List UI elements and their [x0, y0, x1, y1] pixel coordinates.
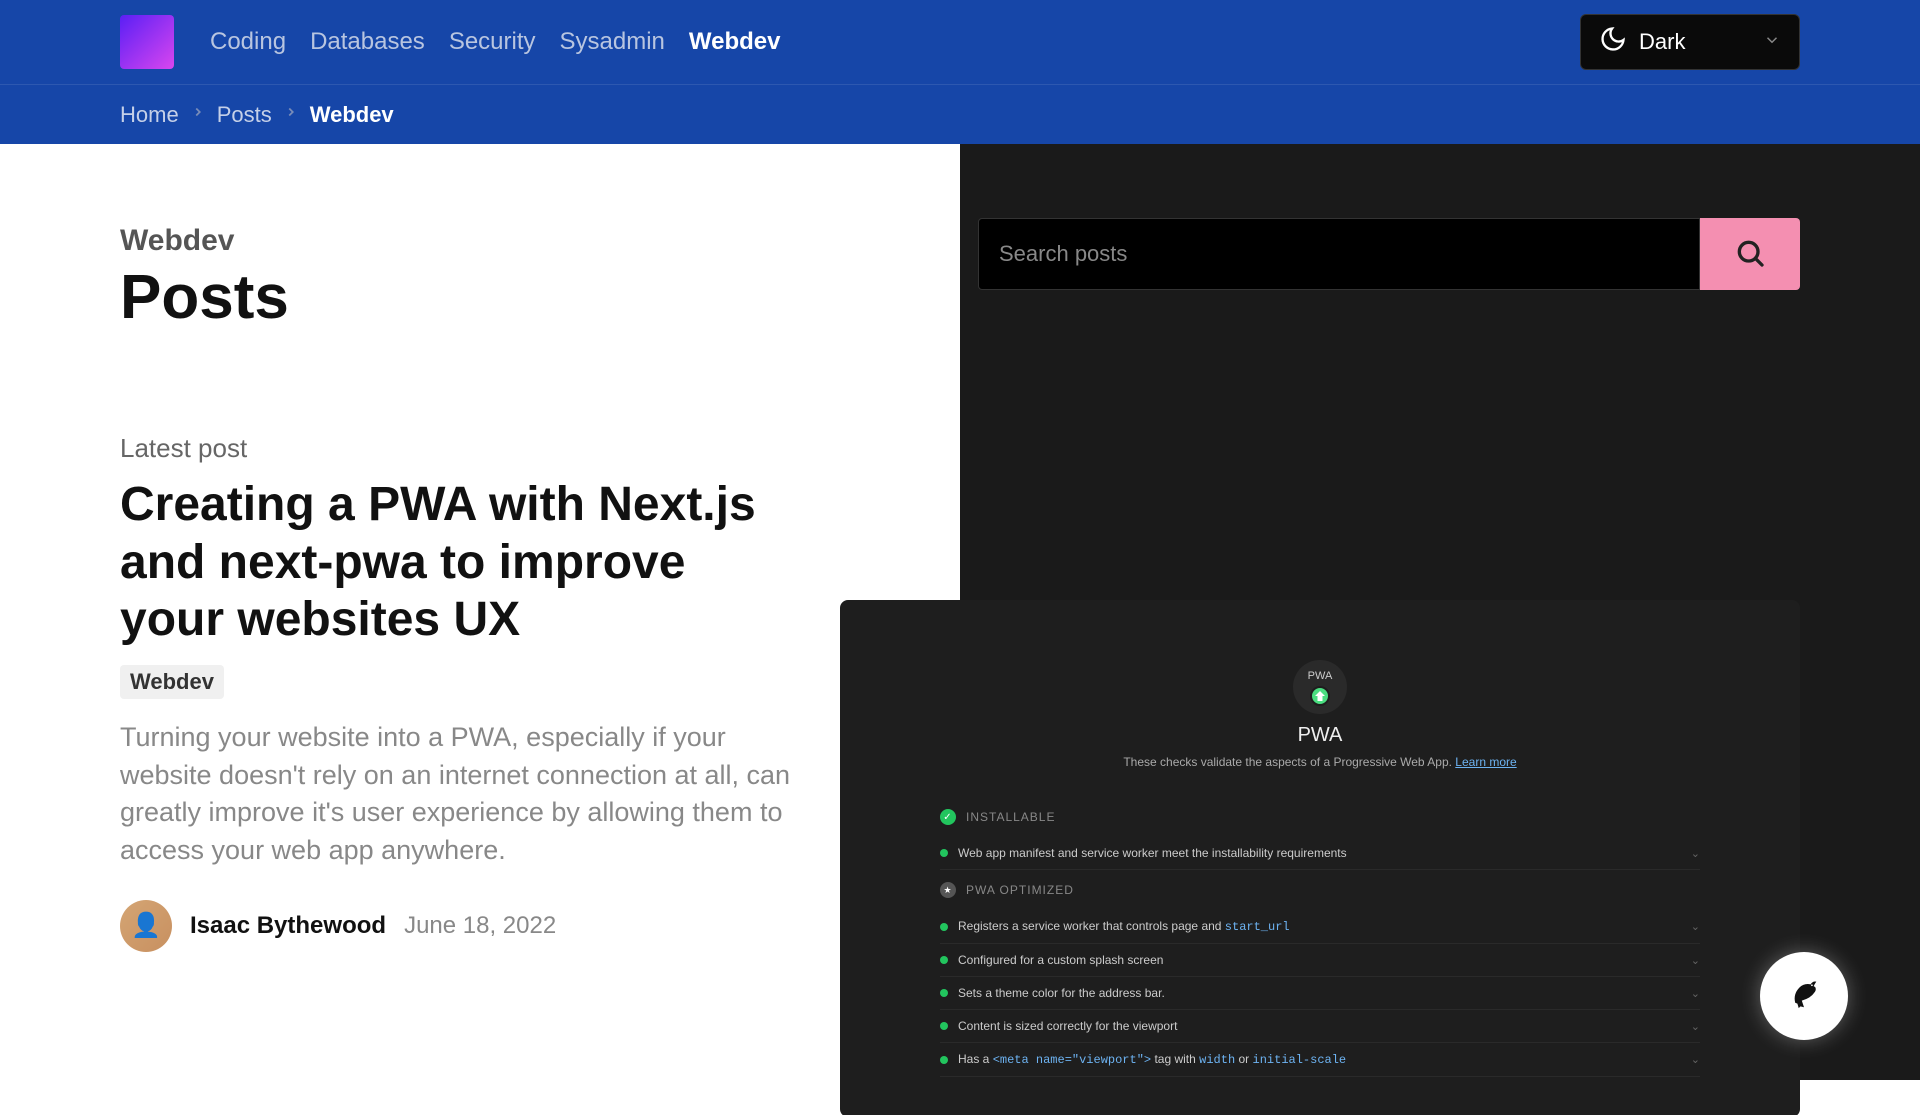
author-name[interactable]: Isaac Bythewood	[190, 912, 386, 940]
moon-icon	[1599, 25, 1627, 59]
nav: Coding Databases Security Sysadmin Webdev	[210, 28, 1580, 56]
audit-row: Web app manifest and service worker meet…	[940, 837, 1700, 870]
breadcrumb-posts[interactable]: Posts	[217, 102, 272, 128]
chevron-right-icon	[284, 105, 298, 124]
latest-label: Latest post	[120, 433, 900, 464]
pwa-title: PWA	[1298, 724, 1343, 747]
post-thumbnail[interactable]: PWA PWA These checks validate the aspect…	[840, 600, 1800, 1115]
nav-item-coding[interactable]: Coding	[210, 28, 286, 56]
status-dot-icon	[940, 882, 956, 898]
main: Webdev Posts Latest post Creating a PWA …	[0, 144, 1920, 1080]
page-title: Posts	[120, 262, 900, 333]
status-dot-icon	[940, 809, 956, 825]
chevron-down-icon: ⌄	[1691, 847, 1700, 860]
chevron-down-icon: ⌄	[1691, 920, 1700, 933]
audit-section-title: PWA OPTIMIZED	[940, 882, 1700, 898]
chat-fab[interactable]	[1760, 952, 1848, 1040]
chevron-down-icon: ⌄	[1691, 1053, 1700, 1066]
chevron-down-icon: ⌄	[1691, 987, 1700, 1000]
bullet-icon	[940, 956, 948, 964]
theme-label: Dark	[1639, 29, 1685, 55]
pwa-subtitle: These checks validate the aspects of a P…	[1123, 755, 1516, 769]
chevron-down-icon	[1763, 29, 1781, 55]
nav-item-sysadmin[interactable]: Sysadmin	[560, 28, 665, 56]
chevron-down-icon: ⌄	[1691, 1020, 1700, 1033]
breadcrumb-webdev[interactable]: Webdev	[310, 102, 394, 128]
logo[interactable]	[120, 15, 174, 69]
bullet-icon	[940, 849, 948, 857]
search-input[interactable]	[978, 218, 1700, 290]
bullet-icon	[940, 923, 948, 931]
header: Coding Databases Security Sysadmin Webdev Da…	[0, 0, 1920, 84]
left-pane: Webdev Posts Latest post Creating a PWA …	[0, 144, 960, 1080]
bullet-icon	[940, 989, 948, 997]
learn-more-link: Learn more	[1455, 755, 1516, 769]
audit-row: Sets a theme color for the address bar.⌄	[940, 977, 1700, 1010]
post-excerpt: Turning your website into a PWA, especia…	[120, 719, 800, 870]
audit-section-title: INSTALLABLE	[940, 809, 1700, 825]
search-row	[978, 218, 1800, 290]
post-tag[interactable]: Webdev	[120, 665, 224, 699]
thumb-inner: PWA PWA These checks validate the aspect…	[940, 660, 1700, 1077]
pwa-badge-icon: PWA	[1293, 660, 1347, 714]
bullet-icon	[940, 1056, 948, 1064]
search-button[interactable]	[1700, 218, 1800, 290]
breadcrumb-home[interactable]: Home	[120, 102, 179, 128]
chevron-right-icon	[191, 105, 205, 124]
author-row: 👤 Isaac Bythewood June 18, 2022	[120, 900, 900, 952]
nav-item-webdev[interactable]: Webdev	[689, 28, 781, 56]
category-label: Webdev	[120, 224, 900, 258]
right-pane: PWA PWA These checks validate the aspect…	[960, 144, 1920, 1080]
theme-toggle[interactable]: Dark	[1580, 14, 1800, 70]
chevron-down-icon: ⌄	[1691, 954, 1700, 967]
audit-row: Has a <meta name="viewport"> tag with wi…	[940, 1043, 1700, 1077]
avatar[interactable]: 👤	[120, 900, 172, 952]
audit-row: Content is sized correctly for the viewp…	[940, 1010, 1700, 1043]
bird-icon	[1782, 972, 1826, 1021]
nav-item-databases[interactable]: Databases	[310, 28, 425, 56]
breadcrumb: Home Posts Webdev	[0, 84, 1920, 144]
bullet-icon	[940, 1022, 948, 1030]
audit-row: Configured for a custom splash screen⌄	[940, 944, 1700, 977]
nav-item-security[interactable]: Security	[449, 28, 536, 56]
post-date: June 18, 2022	[404, 912, 556, 940]
audit-row: Registers a service worker that controls…	[940, 910, 1700, 944]
search-icon	[1734, 237, 1766, 272]
post-title[interactable]: Creating a PWA with Next.js and next-pwa…	[120, 476, 780, 649]
